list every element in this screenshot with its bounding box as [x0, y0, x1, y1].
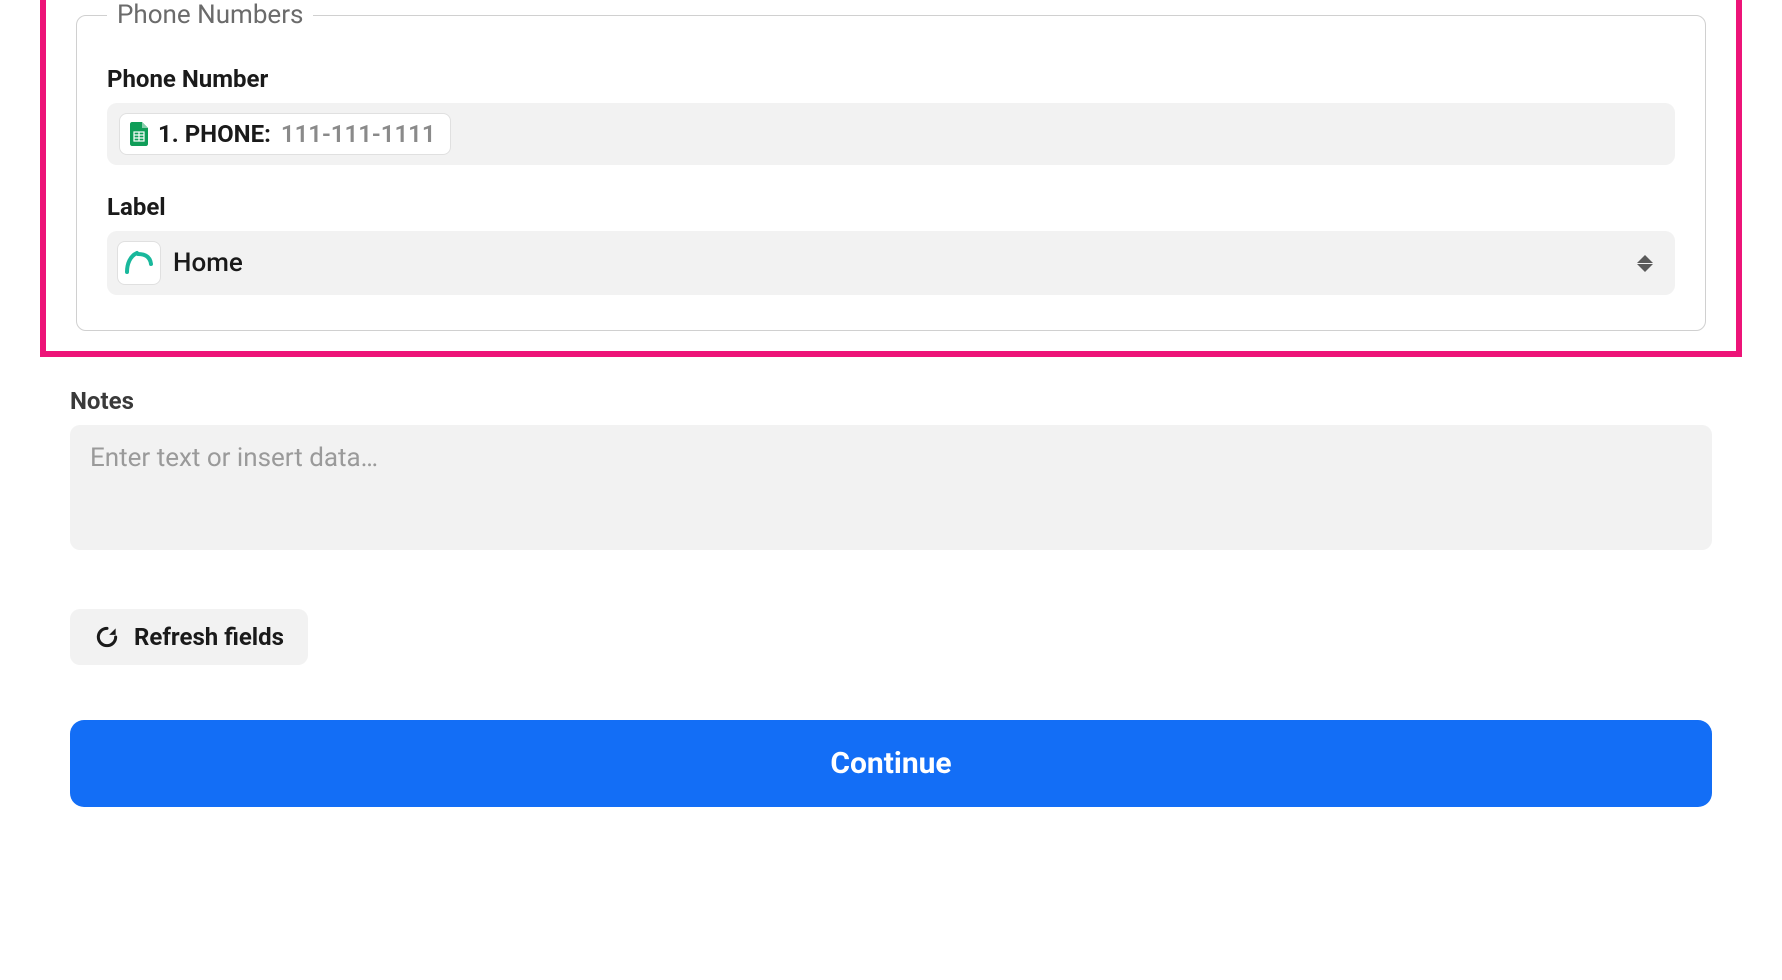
lower-form-section: Notes Refresh fields Continue [40, 387, 1742, 807]
form-container: Phone Numbers Phone Number [0, 0, 1782, 847]
phone-numbers-legend: Phone Numbers [107, 0, 313, 30]
notes-label: Notes [70, 387, 1712, 415]
phone-number-pill[interactable]: 1. PHONE: 111-111-1111 [119, 113, 451, 155]
phone-number-label: Phone Number [107, 65, 1675, 93]
highlighted-section: Phone Numbers Phone Number [40, 0, 1742, 357]
continue-button[interactable]: Continue [70, 720, 1712, 807]
app-logo-icon [117, 241, 161, 285]
select-left-content: Home [117, 241, 243, 285]
refresh-fields-button[interactable]: Refresh fields [70, 609, 308, 665]
phone-number-input[interactable]: 1. PHONE: 111-111-1111 [107, 103, 1675, 165]
notes-input[interactable] [70, 425, 1712, 550]
pill-value-text: 111-111-1111 [281, 120, 436, 148]
refresh-icon [94, 624, 120, 650]
label-field-group: Label Home [107, 193, 1675, 295]
sort-updown-icon [1637, 255, 1653, 272]
phone-numbers-fieldset: Phone Numbers Phone Number [76, 0, 1706, 331]
label-select[interactable]: Home [107, 231, 1675, 295]
refresh-button-label: Refresh fields [134, 623, 284, 651]
phone-number-field-group: Phone Number [107, 65, 1675, 165]
label-field-label: Label [107, 193, 1675, 221]
label-select-value: Home [173, 248, 243, 278]
google-sheets-icon [130, 122, 148, 146]
continue-button-label: Continue [830, 746, 951, 781]
pill-prefix-text: 1. PHONE: [158, 120, 271, 148]
